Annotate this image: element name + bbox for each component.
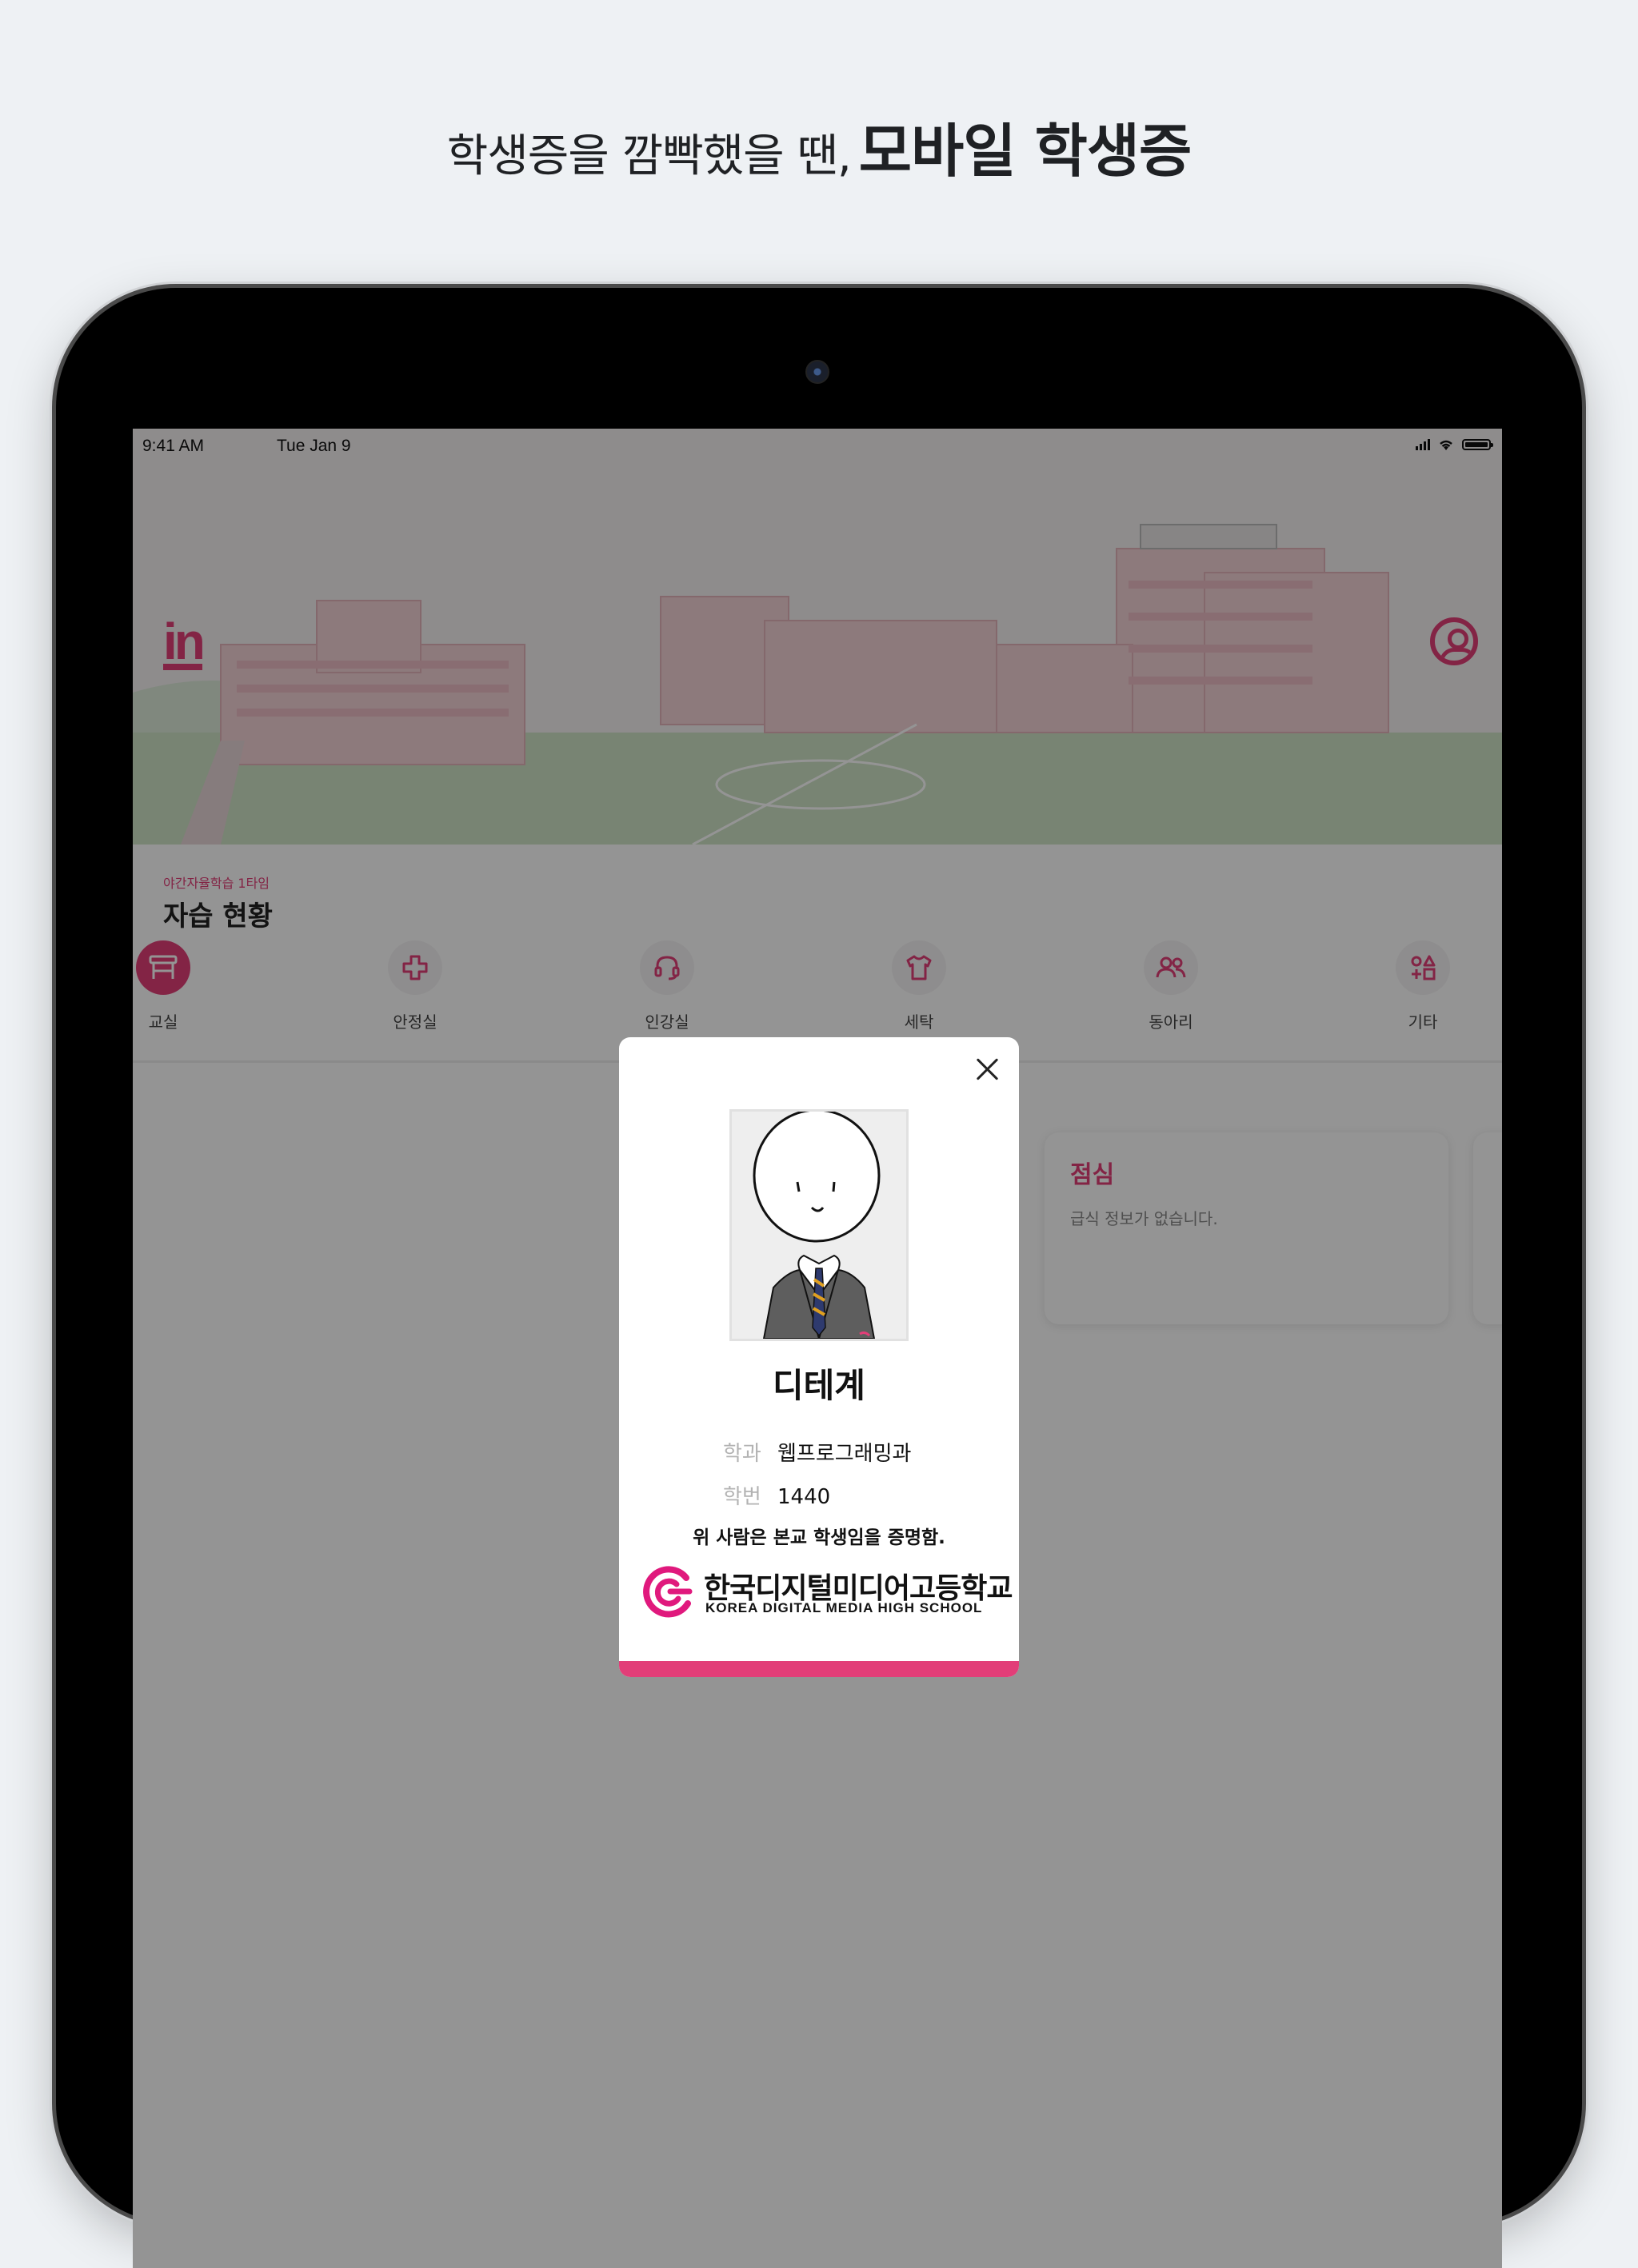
school-logo: 한국디지털미디어고등학교 KOREA DIGITAL MEDIA HIGH SC… [643,1563,1013,1619]
student-name: 디테계 [773,1366,865,1405]
student-number-label: 학번 [723,1485,761,1509]
department-value: 웹프로그래밍과 [777,1442,912,1466]
card-accent-bar [619,1661,1019,1677]
department-row: 학과 웹프로그래밍과 [723,1437,911,1467]
department-label: 학과 [723,1442,761,1466]
student-drawing [732,1108,906,1342]
front-camera [805,360,829,384]
headline-normal-text: 학생증을 깜빡했을 땐, [446,130,852,182]
app-screen: in 9:41 AM Tue Jan 9 야간자율학습 1타임 자습 현황 교실… [133,429,1502,2268]
close-icon[interactable] [973,1055,1001,1084]
student-photo [729,1108,909,1342]
school-emblem-icon [643,1566,693,1618]
headline-bold-text: 모바일 학생증 [858,118,1193,185]
ipad-device-frame: in 9:41 AM Tue Jan 9 야간자율학습 1타임 자습 현황 교실… [56,288,1582,2268]
school-name-english: KOREA DIGITAL MEDIA HIGH SCHOOL [705,1600,983,1615]
student-id-modal: 디테계 학과 웹프로그래밍과 학번 1440 위 사람은 본교 학생임을 증명함. … [619,1037,1019,1677]
promo-headline: 학생증을 깜빡했을 땐, 모바일 학생증 [0,104,1638,188]
student-number-row: 학번 1440 [723,1480,830,1510]
certification-text: 위 사람은 본교 학생임을 증명함. [693,1527,945,1548]
student-number-value: 1440 [777,1485,831,1509]
